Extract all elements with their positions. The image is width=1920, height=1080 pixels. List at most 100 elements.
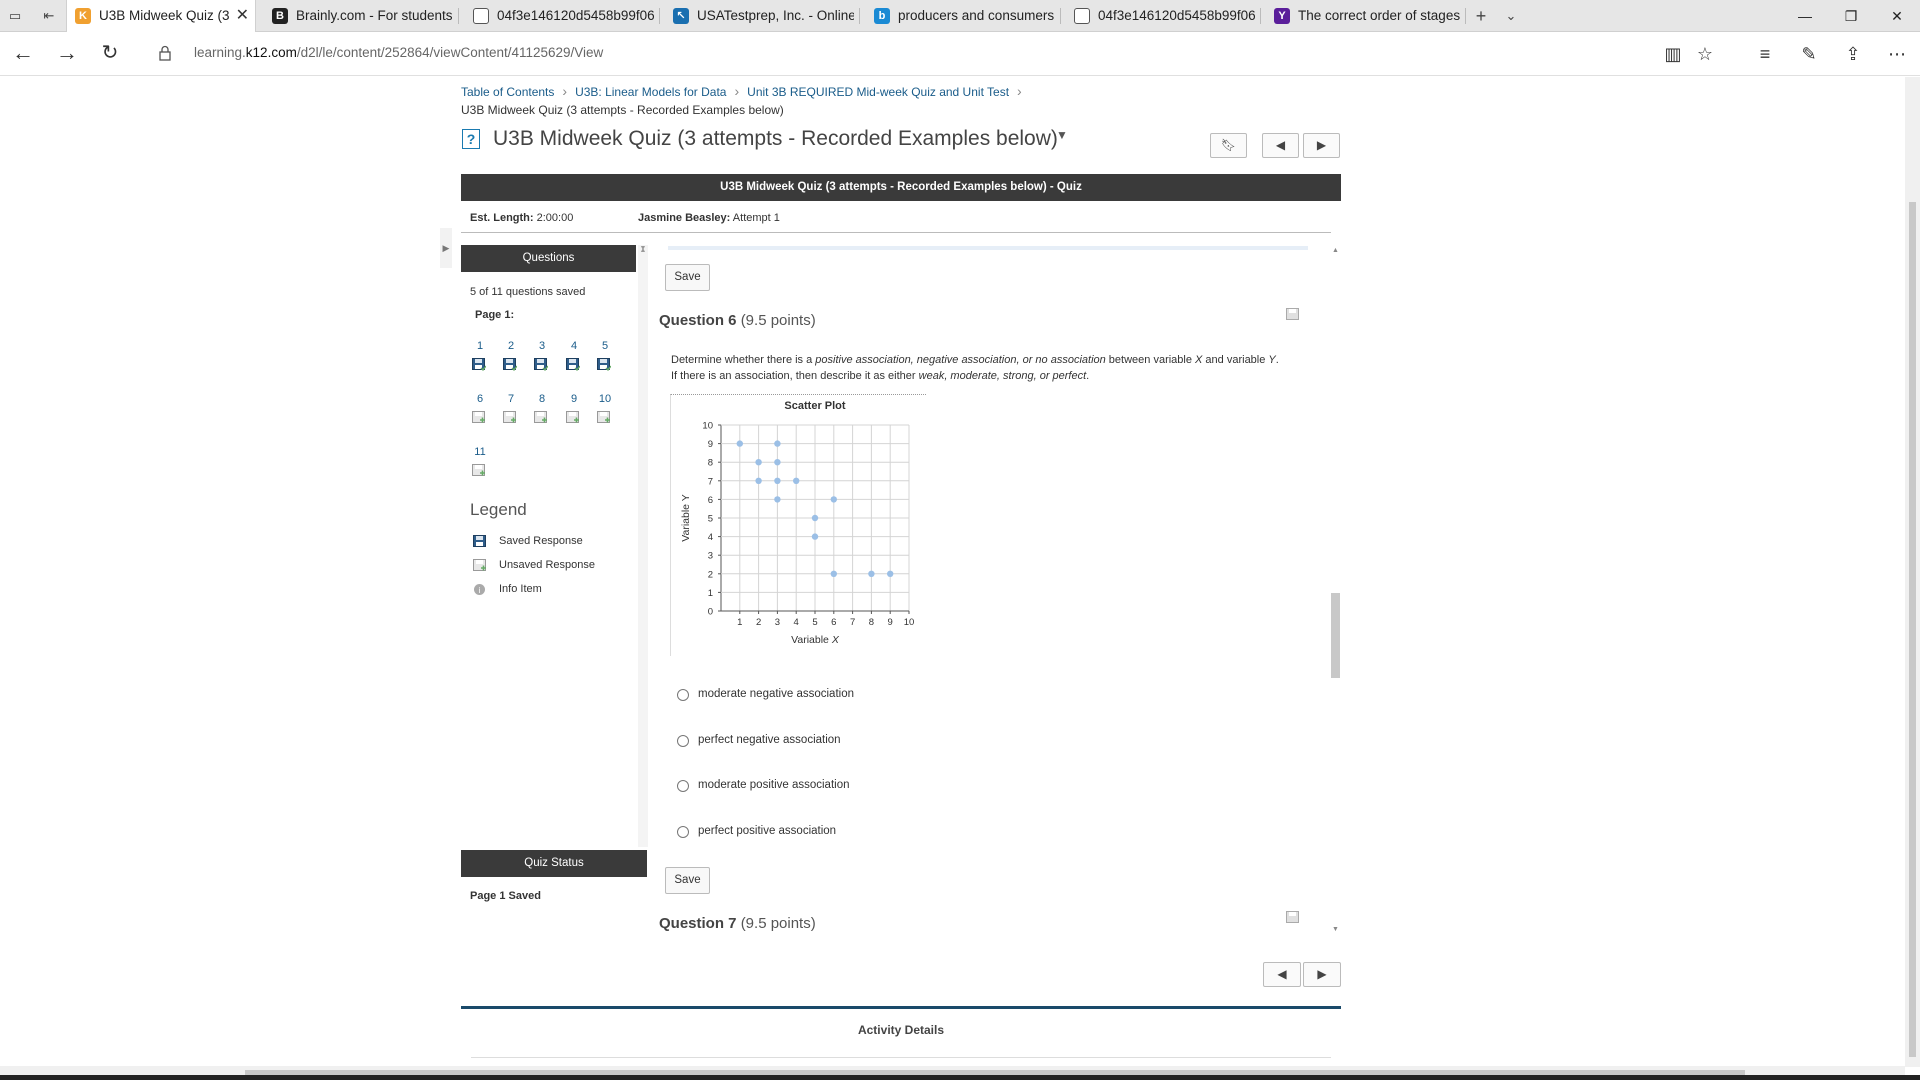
- svg-text:i: i: [479, 586, 481, 595]
- save-button-bottom[interactable]: Save: [665, 867, 710, 894]
- new-tab-icon[interactable]: +: [1472, 7, 1490, 25]
- choice-radio-3[interactable]: [677, 780, 689, 792]
- previous-page-button[interactable]: ◀: [1263, 962, 1301, 987]
- breadcrumb-item-unit[interactable]: U3B: Linear Models for Data: [575, 85, 726, 99]
- activity-details-panel[interactable]: Activity Details: [461, 1006, 1341, 1068]
- save-question-6-icon[interactable]: [1286, 308, 1300, 321]
- arrow-left-icon: ◀: [1277, 967, 1287, 981]
- next-page-button[interactable]: ▶: [1303, 962, 1341, 987]
- breadcrumb: Table of Contents › U3B: Linear Models for…: [461, 83, 1022, 99]
- unsaved-response-icon[interactable]: [597, 411, 611, 424]
- question-scrollbar[interactable]: ▲ ▼: [1330, 245, 1341, 935]
- question-link-2[interactable]: 2: [496, 340, 526, 352]
- next-topic-button[interactable]: ▶: [1303, 133, 1340, 158]
- arrow-right-icon: ▶: [1317, 967, 1327, 981]
- bookmark-icon: 🔖︎: [1220, 138, 1237, 152]
- breadcrumb-current: U3B Midweek Quiz (3 attempts - Recorded …: [461, 103, 784, 117]
- saved-response-icon[interactable]: [597, 358, 611, 371]
- page-vertical-scrollbar[interactable]: [1905, 77, 1920, 1067]
- minimize-icon[interactable]: —: [1782, 0, 1828, 32]
- activity-details-title: Activity Details: [857, 1023, 945, 1037]
- attempt-info: Jasmine Beasley: Attempt 1: [638, 212, 780, 224]
- question-link-7[interactable]: 7: [496, 393, 526, 405]
- tab-list-chevron-icon[interactable]: ⌄: [1502, 7, 1520, 25]
- breadcrumb-item-toc[interactable]: Table of Contents: [461, 85, 554, 99]
- browser-tab-2[interactable]: 04f3e146120d5458b99f062: [465, 0, 660, 32]
- side-panel-toggle-icon[interactable]: ▶: [440, 228, 452, 268]
- question-link-10[interactable]: 10: [590, 393, 620, 405]
- restore-icon[interactable]: ❐: [1828, 0, 1874, 32]
- saved-response-icon[interactable]: [503, 358, 517, 371]
- set-aside-tabs-icon[interactable]: ⇤: [40, 7, 58, 25]
- choice-radio-1[interactable]: [677, 689, 689, 701]
- hub-icon[interactable]: ≡: [1752, 42, 1778, 68]
- bookmark-button[interactable]: 🔖︎: [1210, 133, 1247, 158]
- question-link-4[interactable]: 4: [559, 340, 589, 352]
- saved-response-icon[interactable]: [534, 358, 548, 371]
- choice-radio-2[interactable]: [677, 735, 689, 747]
- data-point: [755, 459, 762, 466]
- unsaved-response-icon[interactable]: [472, 411, 486, 424]
- previous-topic-button[interactable]: ◀: [1262, 133, 1299, 158]
- choice-label-4[interactable]: perfect positive association: [698, 825, 836, 837]
- choice-radio-4[interactable]: [677, 826, 689, 838]
- unsaved-response-icon[interactable]: [472, 464, 486, 477]
- back-icon[interactable]: ←: [10, 41, 36, 67]
- question-link-9[interactable]: 9: [559, 393, 589, 405]
- x-tick-label: 8: [869, 617, 874, 628]
- data-point: [774, 496, 781, 503]
- question-link-1[interactable]: 1: [465, 340, 495, 352]
- x-tick-label: 2: [756, 617, 761, 628]
- choice-label-2[interactable]: perfect negative association: [698, 734, 841, 746]
- question-link-11[interactable]: 11: [465, 446, 495, 458]
- browser-tab-6[interactable]: Y The correct order of stages: [1266, 0, 1466, 32]
- favorite-star-icon[interactable]: ☆: [1692, 42, 1718, 68]
- forward-icon[interactable]: →: [54, 41, 80, 67]
- save-button-top[interactable]: Save: [665, 264, 710, 291]
- url-field[interactable]: learning.k12.com/d2l/le/content/252864/v…: [194, 45, 603, 60]
- legend-saved-label: Saved Response: [499, 535, 583, 547]
- question-link-3[interactable]: 3: [527, 340, 557, 352]
- yahoo-favicon-icon: Y: [1274, 8, 1290, 24]
- chart-title: Scatter Plot: [784, 400, 845, 412]
- x-tick-label: 9: [888, 617, 893, 628]
- close-tab-icon[interactable]: ✕: [236, 0, 249, 32]
- choice-label-1[interactable]: moderate negative association: [698, 688, 854, 700]
- tab-manager-icon[interactable]: ▭: [6, 7, 24, 25]
- unsaved-response-icon[interactable]: [534, 411, 548, 424]
- page-viewport: [0, 77, 1905, 1067]
- question-link-8[interactable]: 8: [527, 393, 557, 405]
- web-note-icon[interactable]: ✎: [1796, 42, 1822, 68]
- share-icon[interactable]: ⇪: [1840, 42, 1866, 68]
- title-dropdown-icon[interactable]: ▼: [1056, 128, 1068, 142]
- browser-tab-5[interactable]: 04f3e146120d5458b99f062: [1066, 0, 1261, 32]
- unsaved-response-icon[interactable]: [566, 411, 580, 424]
- browser-tab-1[interactable]: B Brainly.com - For students. I: [264, 0, 459, 32]
- breadcrumb-item-quiz-folder[interactable]: Unit 3B REQUIRED Mid-week Quiz and Unit …: [747, 85, 1009, 99]
- y-tick-label: 5: [708, 514, 713, 525]
- data-point: [830, 570, 837, 577]
- choice-label-3[interactable]: moderate positive association: [698, 779, 850, 791]
- saved-response-icon[interactable]: [472, 358, 486, 371]
- questions-panel-scrollbar[interactable]: ▲ ▼: [638, 245, 648, 847]
- save-question-7-icon[interactable]: [1286, 911, 1300, 924]
- refresh-icon[interactable]: ↻: [97, 41, 123, 67]
- more-icon[interactable]: ⋯: [1884, 42, 1910, 68]
- close-window-icon[interactable]: ✕: [1874, 0, 1920, 32]
- saved-response-icon[interactable]: [566, 358, 580, 371]
- data-point: [887, 570, 894, 577]
- question-link-5[interactable]: 5: [590, 340, 620, 352]
- browser-tab-3[interactable]: ↖ USATestprep, Inc. - Online S: [665, 0, 860, 32]
- data-point: [736, 440, 743, 447]
- legend-title: Legend: [470, 500, 527, 519]
- question-link-6[interactable]: 6: [465, 393, 495, 405]
- questions-panel-title: Questions: [461, 245, 636, 272]
- browser-tab-4[interactable]: b producers and consumers -: [866, 0, 1061, 32]
- y-tick-label: 8: [708, 458, 713, 469]
- document-favicon-icon: [1074, 8, 1090, 24]
- reading-view-icon[interactable]: ▥: [1660, 42, 1686, 68]
- data-point: [811, 514, 819, 522]
- y-axis-label: Variable Y: [680, 494, 692, 541]
- unsaved-response-icon[interactable]: [503, 411, 517, 424]
- browser-tab-0[interactable]: K U3B Midweek Quiz (3 at ✕: [66, 0, 256, 33]
